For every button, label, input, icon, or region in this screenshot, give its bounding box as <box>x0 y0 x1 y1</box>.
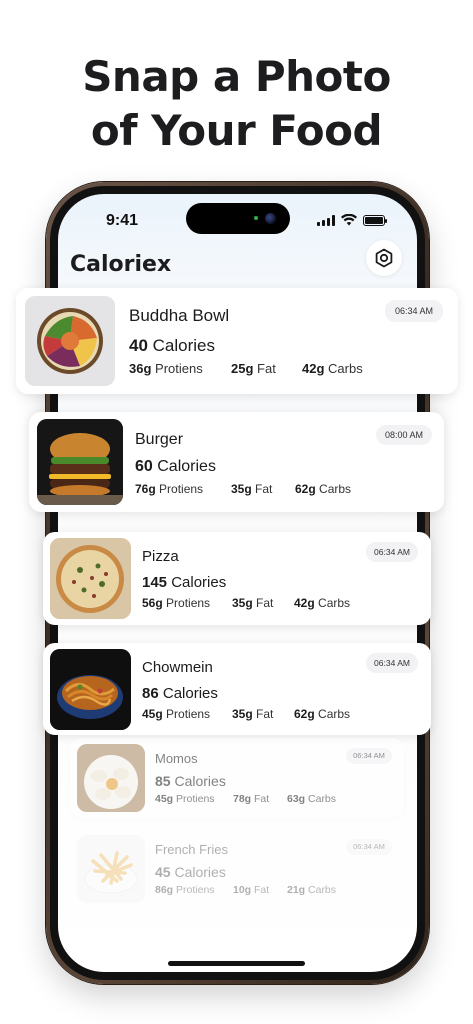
momos-image <box>77 744 145 812</box>
fat-label: Fat <box>256 596 274 610</box>
carbs-value: 62g <box>294 707 315 721</box>
meal-macros: 36g Protiens 25g Fat 42g Carbs <box>129 361 363 376</box>
buddha-bowl-image <box>25 296 115 386</box>
calories-label: Calories <box>174 773 226 789</box>
calories-label: Calories <box>171 574 227 591</box>
fat-label: Fat <box>255 482 273 496</box>
settings-button[interactable] <box>366 240 402 276</box>
wifi-icon <box>341 214 357 226</box>
carbs-label: Carbs <box>328 361 363 376</box>
fat-label: Fat <box>256 707 274 721</box>
meal-time-badge: 06:34 AM <box>366 653 418 673</box>
meal-card-pizza[interactable]: Pizza 145 Calories 56g Protiens 35g Fat 42… <box>43 532 431 625</box>
carbs-value: 42g <box>302 361 325 376</box>
protein-label: Protiens <box>155 361 203 376</box>
headline-line-1: Snap a Photo <box>82 52 391 101</box>
headline: Snap a Photo of Your Food <box>0 50 473 158</box>
protein-value: 45g <box>155 793 174 805</box>
calories-value: 45 <box>155 864 171 880</box>
carbs-label: Carbs <box>308 884 337 896</box>
fat-value: 35g <box>232 596 253 610</box>
protein-value: 36g <box>129 361 152 376</box>
meal-card-burger[interactable]: Burger 60 Calories 76g Protiens 35g Fat 62… <box>29 412 444 512</box>
calories-value: 86 <box>142 685 159 702</box>
meal-name: Pizza <box>142 548 179 565</box>
protein-value: 45g <box>142 707 163 721</box>
app-title: Caloriex <box>70 252 172 277</box>
protein-label: Protiens <box>176 793 215 805</box>
calories-label: Calories <box>174 864 226 880</box>
battery-icon <box>363 214 387 226</box>
calories-label: Calories <box>157 458 216 475</box>
meal-calories: 145 Calories <box>142 574 226 591</box>
meal-card-momos[interactable]: Momos 85 Calories 45g Protiens 78g Fat 63g… <box>70 738 404 818</box>
carbs-label: Carbs <box>318 707 351 721</box>
carbs-label: Carbs <box>308 793 337 805</box>
camera-icon <box>265 213 276 224</box>
meal-time-badge: 08:00 AM <box>376 425 432 445</box>
meal-calories: 85 Calories <box>155 773 226 789</box>
carbs-label: Carbs <box>318 596 351 610</box>
protein-label: Protiens <box>166 707 211 721</box>
fat-value: 35g <box>231 482 252 496</box>
meal-name: Momos <box>155 751 198 766</box>
fat-value: 10g <box>233 884 252 896</box>
chowmein-image <box>50 649 131 730</box>
carbs-value: 63g <box>287 793 306 805</box>
meal-name: Chowmein <box>142 659 213 676</box>
meal-macros: 56g Protiens 35g Fat 42g Carbs <box>142 596 350 610</box>
calories-value: 85 <box>155 773 171 789</box>
meal-macros: 76g Protiens 35g Fat 62g Carbs <box>135 482 351 496</box>
protein-value: 86g <box>155 884 174 896</box>
meal-calories: 86 Calories <box>142 685 218 702</box>
calories-value: 60 <box>135 458 153 475</box>
protein-label: Protiens <box>176 884 215 896</box>
protein-value: 76g <box>135 482 156 496</box>
carbs-value: 42g <box>294 596 315 610</box>
meal-macros: 45g Protiens 78g Fat 63g Carbs <box>155 793 336 805</box>
calories-label: Calories <box>152 336 216 355</box>
status-indicators <box>317 214 387 226</box>
meal-macros: 45g Protiens 35g Fat 62g Carbs <box>142 707 350 721</box>
cellular-signal-icon <box>317 214 335 226</box>
settings-icon <box>375 248 393 268</box>
meal-time-badge: 06:34 AM <box>366 542 418 562</box>
status-time: 9:41 <box>106 212 139 229</box>
headline-line-2: of Your Food <box>90 106 383 155</box>
calories-value: 40 <box>129 336 148 355</box>
protein-label: Protiens <box>166 596 211 610</box>
fat-label: Fat <box>254 793 270 805</box>
meal-name: Burger <box>135 431 184 448</box>
carbs-value: 62g <box>295 482 316 496</box>
carbs-label: Carbs <box>319 482 352 496</box>
calories-label: Calories <box>162 685 218 702</box>
meal-macros: 86g Protiens 10g Fat 21g Carbs <box>155 884 336 896</box>
meal-calories: 45 Calories <box>155 864 226 880</box>
meal-card-french-fries[interactable]: French Fries 45 Calories 86g Protiens 10g… <box>70 829 404 909</box>
fat-label: Fat <box>257 361 276 376</box>
pizza-image <box>50 538 131 619</box>
meal-calories: 40 Calories <box>129 336 215 356</box>
meal-calories: 60 Calories <box>135 458 216 476</box>
fat-value: 35g <box>232 707 253 721</box>
meal-name: French Fries <box>155 842 228 857</box>
protein-value: 56g <box>142 596 163 610</box>
meal-time-badge: 06:34 AM <box>346 839 392 855</box>
meal-time-badge: 06:34 AM <box>385 300 443 322</box>
fat-value: 25g <box>231 361 254 376</box>
home-indicator[interactable] <box>168 961 305 966</box>
calories-value: 145 <box>142 574 168 591</box>
fat-label: Fat <box>254 884 270 896</box>
carbs-value: 21g <box>287 884 306 896</box>
dynamic-island <box>186 203 290 234</box>
burger-image <box>37 419 123 505</box>
meal-card-chowmein[interactable]: Chowmein 86 Calories 45g Protiens 35g Fat… <box>43 643 431 735</box>
french-fries-image <box>77 835 145 903</box>
meal-card-buddha-bowl[interactable]: Buddha Bowl 40 Calories 36g Protiens 25g … <box>16 288 458 394</box>
meal-name: Buddha Bowl <box>129 306 230 325</box>
meal-time-badge: 06:34 AM <box>346 748 392 764</box>
fat-value: 78g <box>233 793 252 805</box>
protein-label: Protiens <box>159 482 204 496</box>
